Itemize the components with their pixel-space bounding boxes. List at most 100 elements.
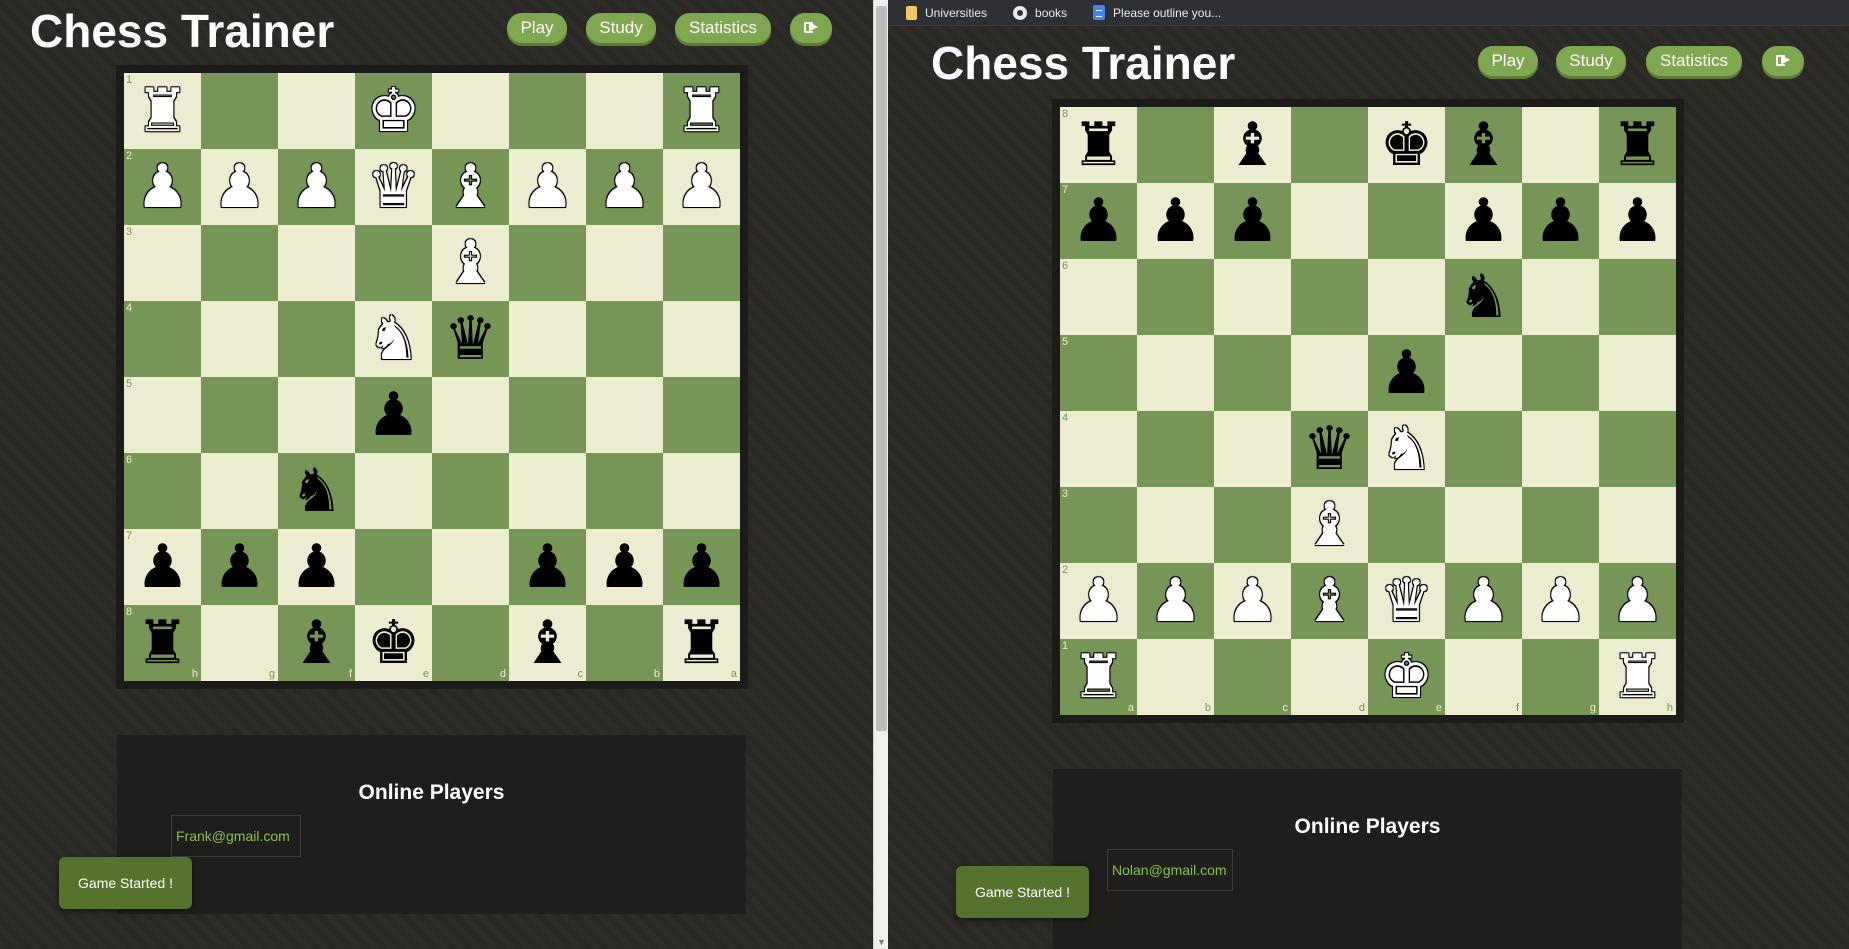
board-square-b5[interactable] [586,377,663,453]
board-square-h5[interactable]: 5 [124,377,201,453]
board-square-b6[interactable] [1137,259,1214,335]
white-rook-icon[interactable]: ♜ [675,81,729,141]
black-pawn-icon[interactable]: ♟ [1611,191,1665,251]
black-rook-icon[interactable]: ♜ [136,613,190,673]
board-square-f2[interactable]: ♟ [1445,563,1522,639]
board-square-c4[interactable] [1214,411,1291,487]
board-square-a5[interactable] [663,377,740,453]
board-square-a1[interactable]: ♜ [663,73,740,149]
board-square-d7[interactable] [1291,183,1368,259]
board-square-e4[interactable]: ♞ [355,301,432,377]
board-square-f1[interactable] [278,73,355,149]
white-pawn-icon[interactable]: ♟ [1611,571,1665,631]
board-square-g4[interactable] [1522,411,1599,487]
board-square-g4[interactable] [201,301,278,377]
online-player-item[interactable]: Frank@gmail.com [171,815,301,857]
board-square-d1[interactable]: d [1291,639,1368,715]
board-square-d1[interactable] [432,73,509,149]
board-square-b1[interactable]: b [1137,639,1214,715]
board-square-e7[interactable] [1368,183,1445,259]
board-square-h4[interactable] [1599,411,1676,487]
board-square-g5[interactable] [1522,335,1599,411]
board-square-f6[interactable]: ♞ [278,453,355,529]
white-rook-icon[interactable]: ♜ [1072,647,1126,707]
board-square-b5[interactable] [1137,335,1214,411]
black-king-icon[interactable]: ♚ [1380,115,1434,175]
board-square-c1[interactable]: c [1214,639,1291,715]
board-square-h4[interactable]: 4 [124,301,201,377]
board-square-h6[interactable] [1599,259,1676,335]
board-square-a8[interactable]: 8 ♜ [1060,107,1137,183]
board-square-b8[interactable] [1137,107,1214,183]
board-square-c5[interactable] [1214,335,1291,411]
board-square-a8[interactable]: a ♜ [663,605,740,681]
black-pawn-icon[interactable]: ♟ [136,537,190,597]
board-square-g8[interactable]: g [201,605,278,681]
black-bishop-icon[interactable]: ♝ [1226,115,1280,175]
board-square-e6[interactable] [355,453,432,529]
board-square-e1[interactable]: e ♚ [1368,639,1445,715]
board-square-a2[interactable]: 2 ♟ [1060,563,1137,639]
board-square-f3[interactable] [1445,487,1522,563]
board-square-c7[interactable]: ♟ [509,529,586,605]
black-pawn-icon[interactable]: ♟ [1226,191,1280,251]
scrollbar-thumb[interactable] [876,6,887,731]
white-pawn-icon[interactable]: ♟ [136,157,190,217]
board-square-d6[interactable] [1291,259,1368,335]
white-pawn-icon[interactable]: ♟ [1149,571,1203,631]
online-player-item[interactable]: Nolan@gmail.com [1107,849,1233,891]
board-square-g6[interactable] [1522,259,1599,335]
board-square-e4[interactable]: ♞ [1368,411,1445,487]
board-square-g2[interactable]: ♟ [1522,563,1599,639]
board-square-e5[interactable]: ♟ [355,377,432,453]
black-knight-icon[interactable]: ♞ [1457,267,1511,327]
bookmark-docs[interactable]: Please outline you... [1093,5,1221,20]
board-square-e8[interactable]: e ♚ [355,605,432,681]
board-square-c2[interactable]: ♟ [1214,563,1291,639]
white-pawn-icon[interactable]: ♟ [598,157,652,217]
board-square-f2[interactable]: ♟ [278,149,355,225]
board-square-e7[interactable] [355,529,432,605]
board-square-f5[interactable] [278,377,355,453]
white-rook-icon[interactable]: ♜ [1611,647,1665,707]
logout-button[interactable] [1762,46,1804,76]
black-king-icon[interactable]: ♚ [367,613,421,673]
statistics-button[interactable]: Statistics [675,13,771,43]
board-square-a4[interactable]: 4 [1060,411,1137,487]
chess-board[interactable]: 1 ♜ ♚ ♜ 2 ♟ ♟ ♟ ♛ ♝ ♟ ♟ ♟ 3 ♝ 4 ♞ ♛ 5 ♟ 6 ♞ 7 ♟ ♟ ♟ ♟ ♟ ♟ 8 h ♜ g f ♝ e ♚ d c ♝… [124,73,740,681]
board-square-f8[interactable]: f ♝ [278,605,355,681]
board-square-c2[interactable]: ♟ [509,149,586,225]
board-square-a6[interactable] [663,453,740,529]
white-bishop-icon[interactable]: ♝ [1303,571,1357,631]
white-bishop-icon[interactable]: ♝ [444,233,498,293]
board-square-c1[interactable] [509,73,586,149]
board-square-e5[interactable]: ♟ [1368,335,1445,411]
black-pawn-icon[interactable]: ♟ [1457,191,1511,251]
board-square-d5[interactable] [1291,335,1368,411]
board-square-f3[interactable] [278,225,355,301]
board-square-h2[interactable]: 2 ♟ [124,149,201,225]
board-square-a5[interactable]: 5 [1060,335,1137,411]
board-square-a2[interactable]: ♟ [663,149,740,225]
window-divider-scrollbar[interactable]: ▼ [873,0,889,949]
board-square-g5[interactable] [201,377,278,453]
black-pawn-icon[interactable]: ♟ [598,537,652,597]
board-square-h1[interactable]: h ♜ [1599,639,1676,715]
board-square-f7[interactable]: ♟ [278,529,355,605]
white-bishop-icon[interactable]: ♝ [444,157,498,217]
board-square-c4[interactable] [509,301,586,377]
board-square-c8[interactable]: ♝ [1214,107,1291,183]
white-rook-icon[interactable]: ♜ [136,81,190,141]
bookmark-books[interactable]: books [1013,5,1067,20]
board-square-c8[interactable]: c ♝ [509,605,586,681]
board-square-a3[interactable]: 3 [1060,487,1137,563]
board-square-f7[interactable]: ♟ [1445,183,1522,259]
white-pawn-icon[interactable]: ♟ [290,157,344,217]
board-square-b3[interactable] [586,225,663,301]
board-square-h2[interactable]: ♟ [1599,563,1676,639]
board-square-h7[interactable]: 7 ♟ [124,529,201,605]
board-square-e2[interactable]: ♛ [1368,563,1445,639]
board-square-a1[interactable]: 1 a ♜ [1060,639,1137,715]
board-square-h3[interactable] [1599,487,1676,563]
board-square-g1[interactable]: g [1522,639,1599,715]
